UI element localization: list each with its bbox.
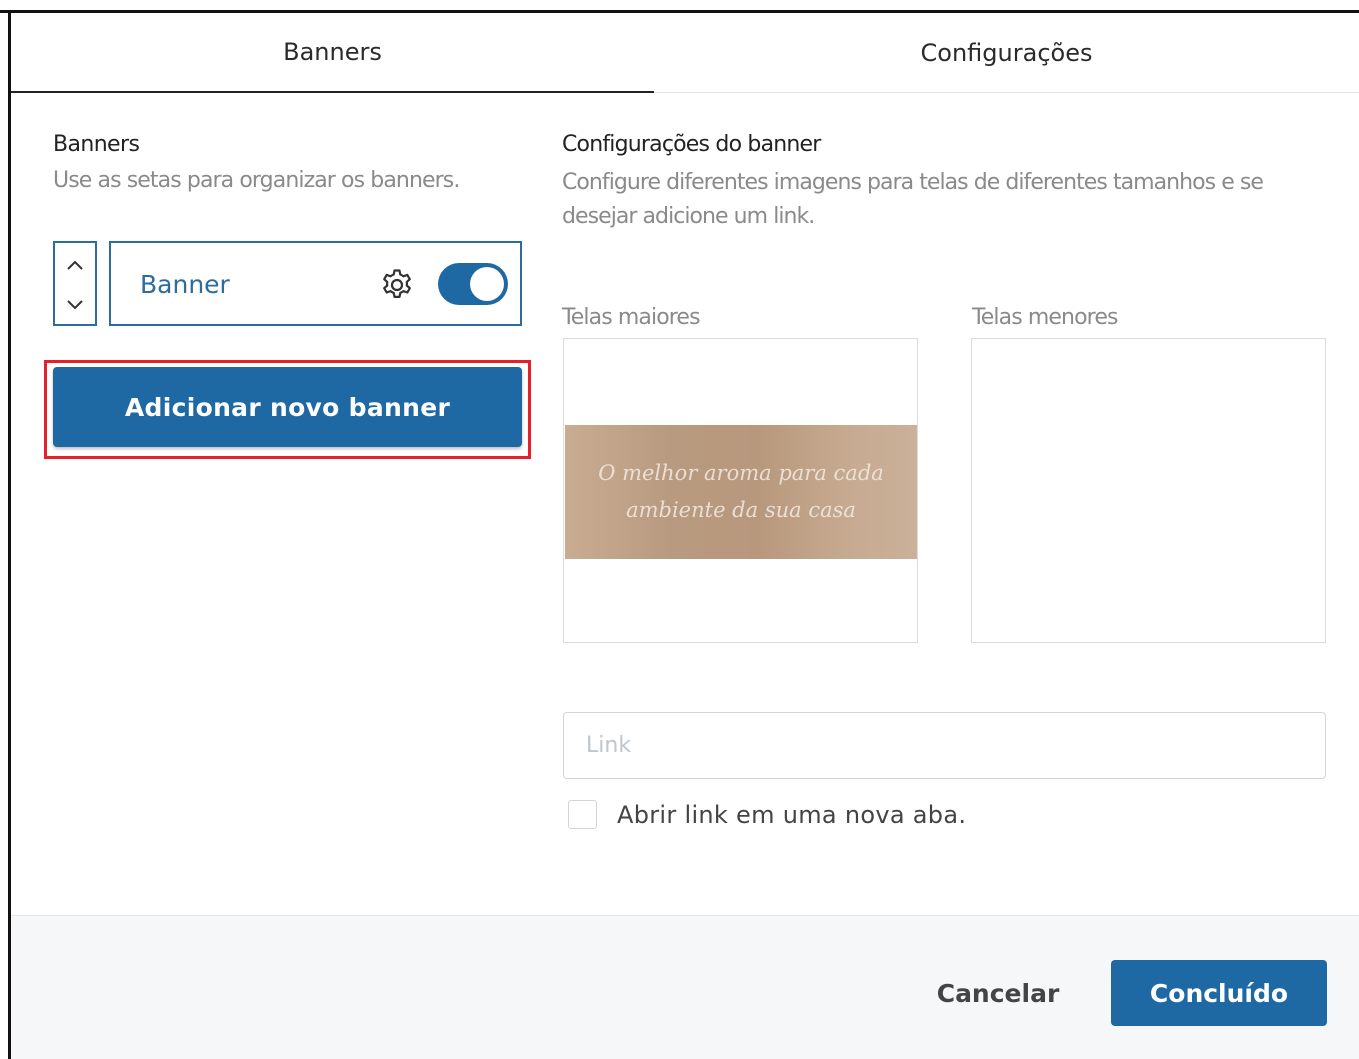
frame-left-border — [8, 10, 11, 1059]
banner-list-item[interactable]: Banner — [109, 241, 522, 326]
toggle-knob — [470, 267, 504, 301]
large-screens-label: Telas maiores — [562, 305, 701, 330]
move-down-button[interactable] — [55, 285, 95, 325]
large-screen-image-upload[interactable]: O melhor aroma para cada ambiente da sua… — [563, 338, 918, 643]
reorder-arrows — [53, 241, 97, 326]
open-new-tab-label[interactable]: Abrir link em uma nova aba. — [617, 801, 966, 829]
cancel-button[interactable]: Cancelar — [918, 960, 1078, 1026]
banner-item-label: Banner — [140, 270, 230, 299]
tab-bar: Banners Configurações — [11, 13, 1359, 93]
chevron-up-icon — [67, 260, 83, 270]
banner-enabled-toggle[interactable] — [438, 263, 508, 305]
banners-section-title: Banners — [53, 132, 140, 157]
chevron-down-icon — [67, 300, 83, 310]
done-button[interactable]: Concluído — [1111, 960, 1327, 1026]
banner-preview-image: O melhor aroma para cada ambiente da sua… — [565, 425, 917, 559]
add-banner-button[interactable]: Adicionar novo banner — [53, 367, 522, 447]
banners-section-subtitle: Use as setas para organizar os banners. — [53, 168, 460, 193]
open-new-tab-checkbox[interactable] — [568, 800, 597, 829]
tab-banners[interactable]: Banners — [11, 13, 654, 93]
small-screens-label: Telas menores — [972, 305, 1118, 330]
link-input[interactable] — [563, 712, 1326, 779]
banner-settings-subtitle: Configure diferentes imagens para telas … — [562, 170, 1264, 229]
modal-frame: Banners Configurações Banners Use as set… — [0, 0, 1359, 1059]
tab-configuracoes[interactable]: Configurações — [654, 13, 1359, 93]
move-up-button[interactable] — [55, 245, 95, 285]
banner-image-text: O melhor aroma para cada ambiente da sua… — [598, 461, 884, 522]
gear-icon[interactable] — [379, 267, 415, 303]
small-screen-image-upload[interactable] — [971, 338, 1326, 643]
banner-settings-title: Configurações do banner — [562, 132, 821, 157]
